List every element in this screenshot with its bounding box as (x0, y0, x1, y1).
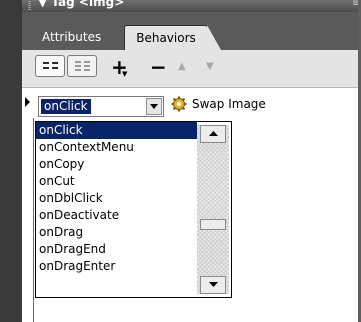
current-row-marker-icon (25, 97, 30, 107)
grip-icon[interactable] (28, 1, 31, 11)
event-option[interactable]: onDblClick (36, 190, 197, 207)
event-option[interactable]: onCopy (36, 156, 197, 173)
add-menu-arrow-icon: ▼ (122, 70, 128, 78)
event-select-value: onClick (41, 99, 91, 114)
event-options: onClick onContextMenu onCopy onCut onDblClic… (36, 122, 197, 275)
behavior-action[interactable]: Swap Image (192, 95, 266, 113)
scroll-down-icon (209, 282, 218, 287)
scroll-up-button[interactable] (200, 125, 226, 143)
move-down-button[interactable]: ▼ (206, 61, 214, 72)
left-dock-edge (0, 0, 22, 322)
event-option[interactable]: onDragEnter (36, 258, 197, 275)
scroll-down-button[interactable] (200, 276, 226, 294)
show-all-events-button[interactable] (67, 55, 97, 77)
tab-attributes[interactable]: Attributes (38, 27, 105, 47)
show-set-events-button[interactable] (35, 55, 65, 77)
move-up-button[interactable]: ▲ (178, 61, 186, 72)
event-select-button[interactable] (146, 98, 162, 115)
event-option[interactable]: onContextMenu (36, 139, 197, 156)
event-option[interactable]: onCut (36, 173, 197, 190)
panel-inner-edge (33, 118, 34, 322)
show-all-events-icon (75, 61, 90, 71)
dropdown-scrollbar[interactable] (197, 125, 229, 294)
scroll-up-icon (209, 131, 218, 136)
tab-behaviors-edge (207, 25, 221, 50)
panel-options-icon[interactable]: ≡ (352, 0, 358, 9)
event-dropdown-list[interactable]: onClick onContextMenu onCopy onCut onDblClic… (35, 121, 232, 298)
scroll-thumb[interactable] (200, 218, 226, 230)
panel-title-label: Tag <img> (51, 0, 125, 9)
event-option[interactable]: onDrag (36, 224, 197, 241)
gear-icon (171, 96, 187, 112)
chevron-down-icon (150, 104, 158, 109)
event-select[interactable]: onClick (38, 96, 164, 117)
event-option[interactable]: onDragEnd (36, 241, 197, 258)
event-option[interactable]: onClick (36, 122, 197, 139)
collapse-arrow-icon[interactable]: ▼ (38, 0, 47, 9)
panel-title[interactable]: ▼ Tag <img> (38, 0, 124, 9)
remove-behavior-button[interactable]: − (150, 55, 167, 79)
show-set-events-icon (43, 62, 58, 69)
event-option[interactable]: onDeactivate (36, 207, 197, 224)
panel-title-bar[interactable]: ▼ Tag <img> ≡ (22, 0, 358, 12)
tab-behaviors[interactable]: Behaviors (124, 25, 208, 50)
